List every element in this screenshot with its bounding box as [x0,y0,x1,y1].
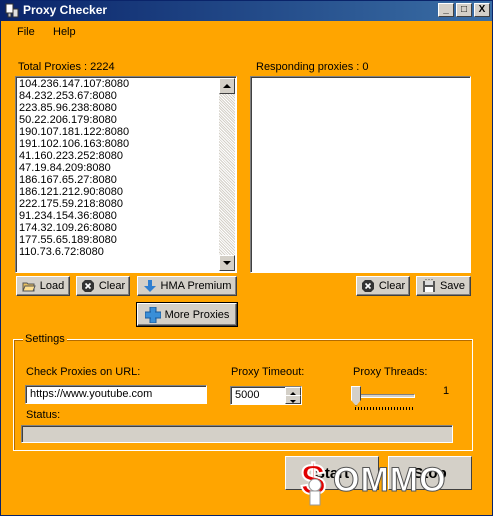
threads-label: Proxy Threads: [353,366,428,378]
clear-stop-icon [361,280,374,292]
url-label: Check Proxies on URL: [26,366,141,378]
clear-stop-icon [81,280,94,292]
folder-open-icon [22,282,36,292]
proxy-list-item[interactable]: 186.167.65.27:8080 [19,174,129,186]
scroll-up-button[interactable] [219,78,235,94]
more-proxies-button[interactable]: More Proxies [136,302,238,327]
proxy-list-item[interactable]: 177.55.65.189:8080 [19,234,129,246]
threads-slider[interactable] [349,385,419,413]
responding-proxies-label: Responding proxies : 0 [256,61,369,73]
more-proxies-label: More Proxies [164,308,230,321]
window-title: Proxy Checker [23,3,108,17]
save-label: Save [439,280,466,292]
timeout-value: 5000 [235,389,260,401]
status-label: Status: [26,409,61,421]
timeout-label: Proxy Timeout: [231,366,305,378]
total-list-scrollbar[interactable] [219,78,235,271]
proxy-list-item[interactable]: 91.234.154.36:8080 [19,210,129,222]
hma-premium-label: HMA Premium [160,280,232,292]
proxy-list-item[interactable]: 222.175.59.218:8080 [19,198,129,210]
proxy-list-item[interactable]: 110.73.6.72:8080 [19,246,129,258]
svg-text:OMMO: OMMO [333,461,447,499]
title-bar[interactable]: Proxy Checker _ □ X [1,1,492,21]
save-icon [422,279,435,292]
status-progress-bar [21,425,453,443]
hma-premium-button[interactable]: HMA Premium [137,276,237,296]
proxy-list-item[interactable]: 174.32.109.26:8080 [19,222,129,234]
menu-file[interactable]: File [17,26,35,38]
load-button[interactable]: Load [16,276,70,296]
spin-down-icon [290,400,296,403]
proxy-list-item[interactable]: 84.232.253.67:8080 [19,90,129,102]
proxy-list-item[interactable]: 41.160.223.252:8080 [19,150,129,162]
settings-title: Settings [23,333,67,345]
app-icon [5,3,19,18]
timeout-spin-down[interactable] [285,395,301,404]
load-label: Load [39,280,65,292]
slider-ticks [355,407,413,410]
proxy-list-item[interactable]: 223.85.96.238:8080 [19,102,129,114]
download-arrow-icon [143,280,156,292]
total-proxies-items: 104.236.147.107:8080 84.232.253.67:8080 22… [19,78,129,258]
total-proxies-label: Total Proxies : 2224 [18,61,115,73]
url-input[interactable]: https://www.youtube.com [25,385,207,404]
proxy-list-item[interactable]: 186.121.212.90:8080 [19,186,129,198]
slider-track [353,394,415,398]
proxy-list-item[interactable]: 50.22.206.179:8080 [19,114,129,126]
proxy-list-item[interactable]: 47.19.84.209:8080 [19,162,129,174]
save-button[interactable]: Save [416,276,471,296]
clear-left-label: Clear [98,280,126,292]
menu-bar: File Help [1,21,492,43]
maximize-button[interactable]: □ [456,3,472,17]
clear-right-label: Clear [378,280,406,292]
arrow-down-icon [223,261,231,265]
proxy-list-item[interactable]: 190.107.181.122:8080 [19,126,129,138]
arrow-up-icon [223,84,231,88]
total-proxies-list[interactable]: 104.236.147.107:8080 84.232.253.67:8080 22… [15,76,237,273]
threads-value: 1 [443,385,450,397]
close-button[interactable]: X [474,3,490,17]
plus-icon [144,306,161,323]
responding-proxies-list[interactable] [250,76,471,273]
scroll-down-button[interactable] [219,255,235,271]
slider-thumb[interactable] [351,386,361,406]
clear-right-button[interactable]: Clear [356,276,410,296]
menu-help[interactable]: Help [53,26,76,38]
app-window: Proxy Checker _ □ X File Help Total Prox… [0,0,493,516]
proxy-list-item[interactable]: 104.236.147.107:8080 [19,78,129,90]
minimize-button[interactable]: _ [438,3,454,17]
clear-left-button[interactable]: Clear [76,276,130,296]
proxy-list-item[interactable]: 191.102.106.163:8080 [19,138,129,150]
sommo-watermark-logo: $ OMMO [300,455,447,506]
